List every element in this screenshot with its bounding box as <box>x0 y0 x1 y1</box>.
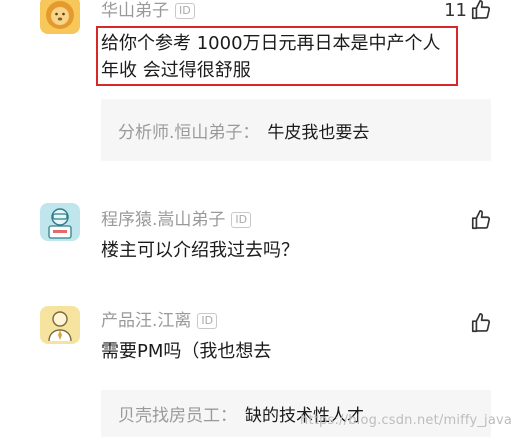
avatar[interactable] <box>40 0 80 34</box>
comment-username[interactable]: 华山弟子 ID <box>101 0 195 21</box>
like-button[interactable]: 11 <box>444 0 492 21</box>
comment-text: 楼主可以介绍我过去吗？ <box>101 237 299 264</box>
reply-text: 牛皮我也要去 <box>267 122 370 143</box>
like-count: 11 <box>444 0 467 21</box>
reply-separator: ： <box>220 406 237 426</box>
thumbs-up-icon <box>471 210 491 230</box>
reply-separator: ： <box>242 122 260 143</box>
like-button[interactable] <box>470 312 492 334</box>
avatar[interactable] <box>40 203 80 241</box>
comment-username[interactable]: 程序猿.嵩山弟子 ID <box>101 205 252 230</box>
reply-box[interactable]: 分析师.恒山弟子： 牛皮我也要去 <box>101 99 491 161</box>
comment-username[interactable]: 产品汪.江离 ID <box>101 306 218 331</box>
comment-text-line: 楼主可以介绍我过去吗？ <box>101 240 299 261</box>
reply-username[interactable]: 贝壳找房员工 <box>101 401 220 426</box>
username-text[interactable]: 程序猿.嵩山弟子 <box>101 210 225 230</box>
username-text[interactable]: 华山弟子 <box>101 1 169 21</box>
avatar[interactable] <box>40 306 80 344</box>
lion-avatar-icon <box>46 1 74 29</box>
comment-text-line: 需要PM吗（我也想去 <box>101 341 272 362</box>
programmer-avatar-icon <box>48 208 72 239</box>
id-badge: ID <box>175 3 195 19</box>
comment-text: 需要PM吗（我也想去 <box>101 338 271 365</box>
id-badge: ID <box>231 212 252 228</box>
comment-item-2: 程序猿.嵩山弟子 ID 楼主可以介绍我过去吗？ <box>0 203 532 283</box>
watermark: https://blog.csdn.net/miffy_java <box>300 413 513 428</box>
thumbs-up-icon <box>471 313 491 333</box>
thumbs-up-icon <box>471 0 491 20</box>
reply-username[interactable]: 分析师.恒山弟子 <box>101 118 242 143</box>
like-button[interactable] <box>470 209 492 231</box>
highlight-box <box>96 26 458 86</box>
product-manager-avatar-icon <box>48 311 72 342</box>
id-badge: ID <box>197 313 218 329</box>
username-text[interactable]: 产品汪.江离 <box>101 311 191 331</box>
